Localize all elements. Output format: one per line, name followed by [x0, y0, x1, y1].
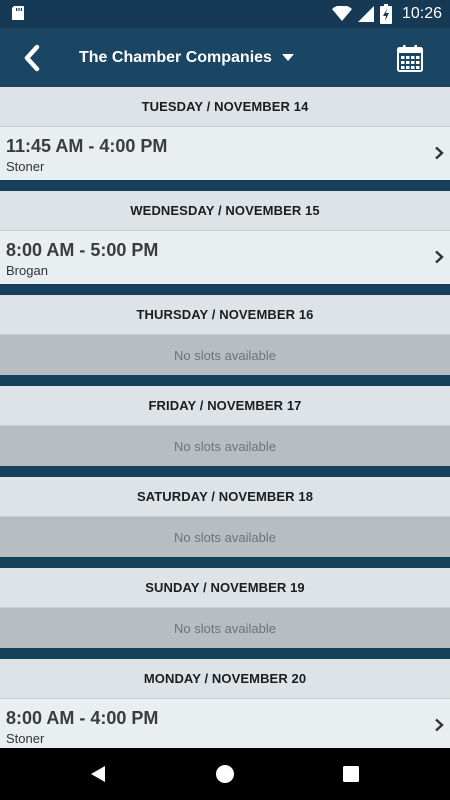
back-button[interactable]	[14, 40, 50, 76]
slot-row[interactable]: 8:00 AM - 4:00 PM Stoner	[0, 699, 450, 748]
day-header: SATURDAY / NOVEMBER 18	[0, 477, 450, 517]
chevron-left-icon	[24, 44, 40, 72]
day-separator	[0, 180, 450, 191]
caret-down-icon	[281, 54, 294, 61]
day-header: TUESDAY / NOVEMBER 14	[0, 87, 450, 127]
slot-row[interactable]: 8:00 AM - 5:00 PM Brogan	[0, 231, 450, 284]
slot-time: 8:00 AM - 4:00 PM	[6, 708, 159, 728]
day-header: MONDAY / NOVEMBER 20	[0, 659, 450, 699]
system-nav-bar	[0, 748, 450, 800]
chevron-right-icon	[435, 250, 444, 264]
home-circle-icon	[216, 765, 234, 783]
calendar-button[interactable]	[392, 40, 428, 76]
day-separator	[0, 557, 450, 568]
wifi-icon	[331, 6, 352, 21]
cell-signal-icon	[357, 6, 374, 22]
day-separator	[0, 466, 450, 477]
day-separator	[0, 284, 450, 295]
day-separator	[0, 375, 450, 386]
schedule-list[interactable]: TUESDAY / NOVEMBER 14 11:45 AM - 4:00 PM…	[0, 87, 450, 748]
day-separator	[0, 648, 450, 659]
status-bar: 10:26	[0, 0, 450, 28]
nav-recents-button[interactable]	[339, 762, 363, 786]
company-selector[interactable]: The Chamber Companies	[79, 45, 294, 71]
app-title: The Chamber Companies	[79, 49, 272, 66]
no-slots-message: No slots available	[0, 426, 450, 466]
slot-person: Stoner	[6, 159, 45, 174]
slot-time: 11:45 AM - 4:00 PM	[6, 136, 168, 156]
status-time: 10:26	[401, 5, 442, 22]
nav-back-button[interactable]	[86, 762, 110, 786]
slot-person: Brogan	[6, 263, 48, 278]
chevron-right-icon	[435, 718, 444, 732]
recents-square-icon	[343, 766, 359, 782]
no-slots-message: No slots available	[0, 335, 450, 375]
chevron-right-icon	[435, 146, 444, 160]
app-bar: The Chamber Companies	[0, 28, 450, 87]
slot-row[interactable]: 11:45 AM - 4:00 PM Stoner	[0, 127, 450, 180]
back-triangle-icon	[91, 766, 105, 782]
battery-charging-icon	[379, 4, 392, 24]
no-slots-message: No slots available	[0, 517, 450, 557]
day-header: SUNDAY / NOVEMBER 19	[0, 568, 450, 608]
day-header: THURSDAY / NOVEMBER 16	[0, 295, 450, 335]
nav-home-button[interactable]	[213, 762, 237, 786]
sd-card-icon	[12, 6, 24, 20]
calendar-icon	[397, 45, 423, 72]
day-header: FRIDAY / NOVEMBER 17	[0, 386, 450, 426]
day-header: WEDNESDAY / NOVEMBER 15	[0, 191, 450, 231]
slot-person: Stoner	[6, 731, 45, 746]
slot-time: 8:00 AM - 5:00 PM	[6, 240, 159, 260]
no-slots-message: No slots available	[0, 608, 450, 648]
